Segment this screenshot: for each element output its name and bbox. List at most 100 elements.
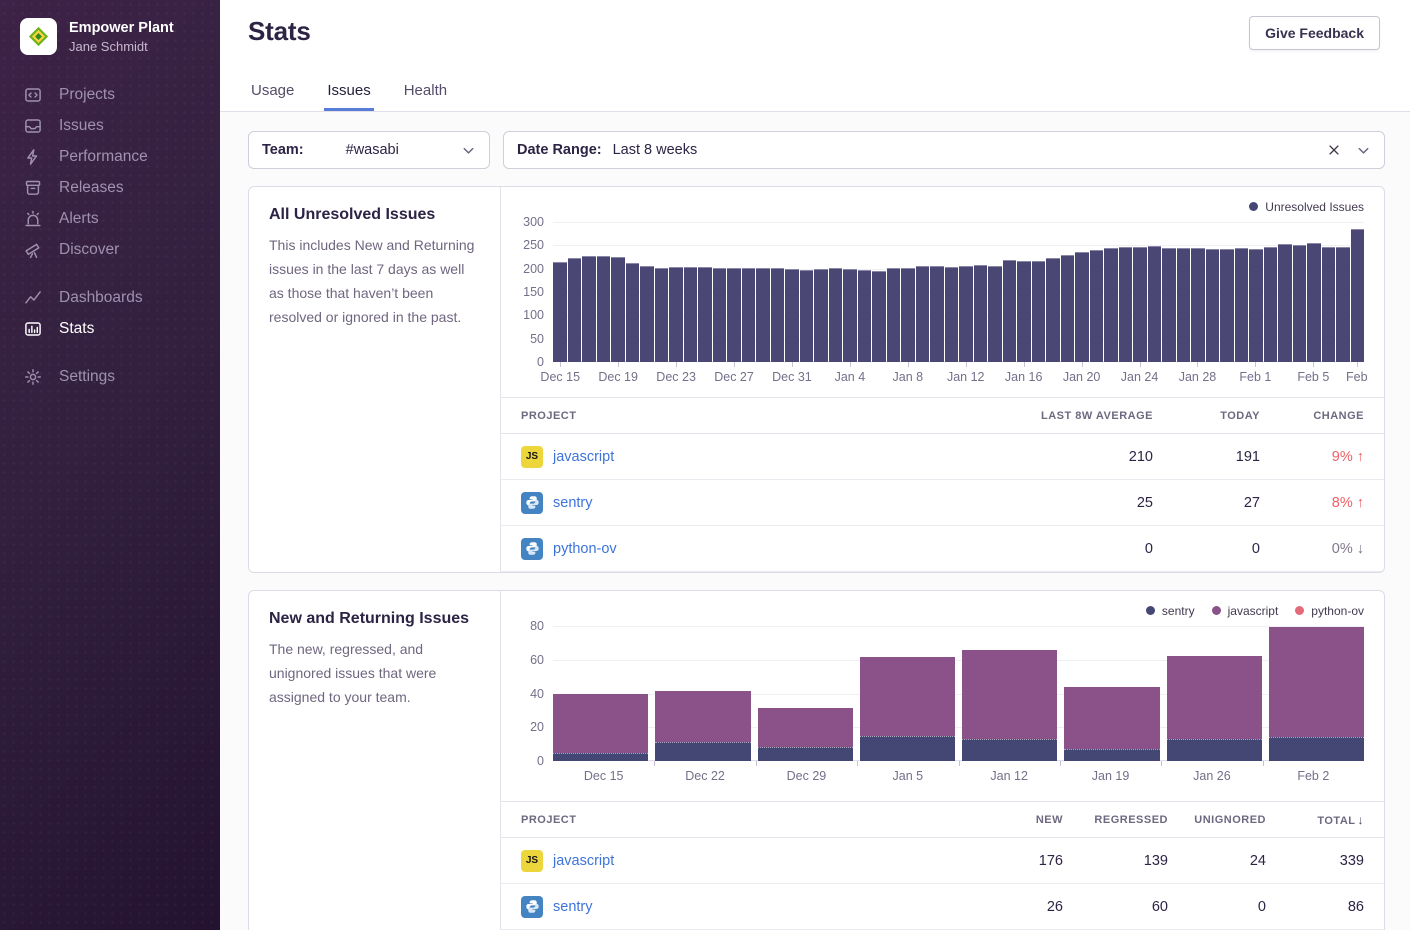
sidebar-item-alerts[interactable]: Alerts [0, 203, 220, 234]
x-tick-label: Jan 26 [1193, 769, 1231, 783]
legend-dot-icon [1249, 202, 1258, 211]
bar [901, 268, 915, 362]
x-tick [850, 362, 851, 367]
clear-icon[interactable] [1327, 143, 1341, 157]
sidebar-item-label: Stats [59, 320, 94, 338]
settings-icon [23, 367, 42, 386]
give-feedback-button[interactable]: Give Feedback [1249, 16, 1380, 50]
team-filter[interactable]: Team: W #wasabi [248, 131, 490, 169]
bar [582, 256, 596, 362]
x-tick-label: Dec 22 [685, 769, 725, 783]
y-tick-label: 200 [523, 262, 544, 276]
y-tick-label: 50 [530, 332, 544, 346]
sidebar-item-releases[interactable]: Releases [0, 172, 220, 203]
stacked-bar-jan-5 [860, 626, 955, 761]
value-cell: 0 [1153, 541, 1260, 557]
segment-javascript [655, 691, 750, 742]
chevron-down-icon[interactable] [461, 143, 476, 158]
bar [1249, 249, 1263, 362]
segment-javascript [1269, 627, 1364, 737]
project-link[interactable]: sentry [553, 495, 593, 511]
panel-description-column: All Unresolved Issues This includes New … [249, 187, 501, 572]
y-tick-label: 60 [530, 653, 544, 667]
legend-item-python-ov[interactable]: python-ov [1295, 604, 1364, 618]
bar [742, 268, 756, 362]
y-tick-label: 0 [537, 355, 544, 369]
x-tick-label: Dec 23 [656, 370, 696, 384]
nav-group: Settings [0, 361, 220, 392]
chevron-down-icon[interactable] [1356, 143, 1371, 158]
sidebar-item-performance[interactable]: Performance [0, 141, 220, 172]
column-header-project: PROJECT [521, 410, 983, 422]
date-range-filter[interactable]: Date Range: Last 8 weeks [503, 131, 1385, 169]
x-tick [966, 362, 967, 367]
bar [887, 268, 901, 362]
tab-issues[interactable]: Issues [324, 74, 373, 111]
x-tick-label: Feb [1346, 370, 1368, 384]
bar [1104, 248, 1118, 362]
sidebar-item-label: Discover [59, 241, 119, 259]
project-cell: JS javascript [521, 850, 963, 872]
sidebar-item-settings[interactable]: Settings [0, 361, 220, 392]
project-link[interactable]: javascript [553, 853, 614, 869]
change-cell: 9% ↑ [1260, 449, 1364, 465]
project-link[interactable]: sentry [553, 899, 593, 915]
bar [1264, 247, 1278, 362]
sidebar-nav: ProjectsIssuesPerformanceReleasesAlerts D… [0, 79, 220, 392]
column-header-regressed: REGRESSED [1063, 814, 1168, 826]
x-tick-label: Dec 29 [787, 769, 827, 783]
project-link[interactable]: javascript [553, 449, 614, 465]
y-tick-label: 250 [523, 238, 544, 252]
user-name: Jane Schmidt [69, 39, 174, 54]
legend-item-javascript[interactable]: javascript [1212, 604, 1279, 618]
panel-title: New and Returning Issues [269, 610, 480, 628]
unresolved-issues-table: PROJECTLAST 8W AVERAGETODAYCHANGEJSjavas… [501, 397, 1384, 572]
bar [930, 266, 944, 362]
column-header-total[interactable]: TOTAL↓ [1266, 813, 1364, 827]
bar [669, 267, 683, 362]
chart-legend: Unresolved Issues [513, 196, 1364, 217]
x-tick [1197, 362, 1198, 367]
plot [553, 626, 1364, 761]
bar [959, 266, 973, 362]
javascript-icon: JS [521, 850, 543, 872]
org-name: Empower Plant [69, 19, 174, 37]
segment-sentry [553, 753, 648, 761]
discover-icon [23, 240, 42, 259]
tab-usage[interactable]: Usage [248, 74, 297, 111]
legend-item-unresolved-issues[interactable]: Unresolved Issues [1249, 200, 1364, 214]
sidebar-item-discover[interactable]: Discover [0, 234, 220, 265]
value-cell: 176 [963, 853, 1063, 869]
panel-new-and-returning-issues: New and Returning Issues The new, regres… [248, 590, 1385, 930]
team-filter-value: #wasabi [346, 142, 399, 158]
x-tick-label: Jan 28 [1179, 370, 1217, 384]
page-header: Stats Give Feedback UsageIssuesHealth [220, 0, 1410, 112]
x-tick [959, 761, 960, 766]
sidebar-item-projects[interactable]: Projects [0, 79, 220, 110]
bar [800, 270, 814, 362]
sidebar-item-stats[interactable]: Stats [0, 313, 220, 344]
bar [1177, 248, 1191, 362]
projects-icon [23, 85, 42, 104]
legend-item-sentry[interactable]: sentry [1146, 604, 1195, 618]
segment-javascript [553, 694, 648, 753]
x-tick [756, 761, 757, 766]
nav-group: ProjectsIssuesPerformanceReleasesAlerts D… [0, 79, 220, 265]
change-cell: 0% ↓ [1260, 541, 1364, 557]
bar [655, 268, 669, 362]
x-tick-label: Dec 15 [584, 769, 624, 783]
sidebar-item-dashboards[interactable]: Dashboards [0, 282, 220, 313]
tab-health[interactable]: Health [401, 74, 450, 111]
value-cell: 24 [1168, 853, 1266, 869]
sidebar-item-label: Settings [59, 368, 115, 386]
x-tick [560, 362, 561, 367]
y-tick-label: 80 [530, 619, 544, 633]
column-header-change: CHANGE [1260, 410, 1364, 422]
x-tick-label: Dec 31 [772, 370, 812, 384]
sidebar-item-issues[interactable]: Issues [0, 110, 220, 141]
bar [1235, 248, 1249, 362]
project-link[interactable]: python-ov [553, 541, 617, 557]
y-tick-label: 40 [530, 687, 544, 701]
x-tick [1140, 362, 1141, 367]
org-switcher[interactable]: Empower Plant Jane Schmidt [0, 0, 220, 55]
